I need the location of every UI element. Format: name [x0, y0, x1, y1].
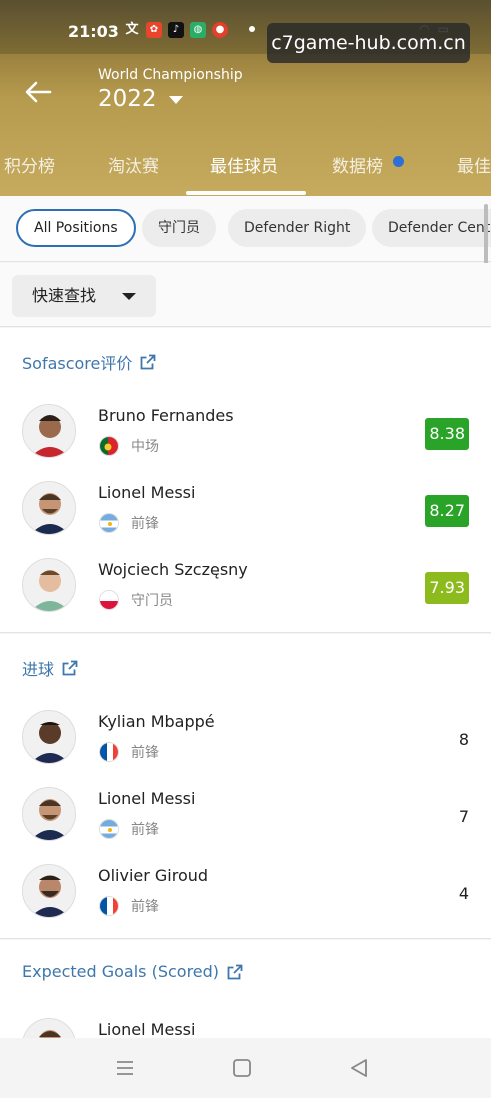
argentina-flag-icon: [99, 513, 119, 533]
goals-count: 8: [458, 730, 469, 749]
chip-defender-center[interactable]: Defender Cente: [372, 209, 491, 247]
status-dot: [249, 26, 255, 32]
player-name: Lionel Messi: [98, 1020, 196, 1038]
rating-badge: 8.38: [425, 418, 469, 450]
france-flag-icon: [99, 896, 119, 916]
chip-all-positions[interactable]: All Positions: [16, 209, 136, 247]
france-flag-icon: [99, 742, 119, 762]
player-avatar: [22, 404, 76, 458]
section-goals: 进球 Kylian Mbappé 前锋 8 Lionel Messi 前锋 7 …: [0, 634, 491, 939]
search-area: 快速查找: [0, 263, 491, 327]
external-link-icon: [62, 660, 78, 676]
section-sofascore-rating: Sofascore评价 Bruno Fernandes 中场 8.38 Lion…: [0, 328, 491, 633]
player-position: 守门员: [131, 593, 173, 609]
goals-count: 7: [458, 807, 469, 826]
season-value: 2022: [98, 86, 157, 112]
player-position: 前锋: [131, 899, 159, 915]
chevron-down-icon: [168, 96, 183, 104]
back-arrow-icon[interactable]: [24, 80, 52, 104]
section-title[interactable]: Expected Goals (Scored): [22, 962, 243, 981]
player-avatar: [22, 710, 76, 764]
notification-dot: [393, 156, 404, 167]
section-title[interactable]: Sofascore评价: [22, 350, 156, 374]
player-avatar: [22, 787, 76, 841]
menu-icon[interactable]: [114, 1058, 136, 1078]
player-position: 前锋: [131, 822, 159, 838]
tab-knockout[interactable]: 淘汰赛: [108, 152, 159, 177]
goals-count: 4: [458, 884, 469, 903]
player-name: Bruno Fernandes: [98, 406, 234, 425]
player-row[interactable]: Bruno Fernandes 中场 8.38: [0, 396, 491, 472]
player-position: 前锋: [131, 745, 159, 761]
portugal-flag-icon: [99, 436, 119, 456]
player-position: 中场: [131, 439, 159, 455]
status-app-icons: 文 ✿ ♪ ◍ ●: [124, 22, 228, 38]
quick-find-dropdown[interactable]: 快速查找: [12, 275, 156, 317]
wechat-icon: ◍: [190, 22, 206, 38]
external-link-icon: [140, 354, 156, 370]
player-name: Kylian Mbappé: [98, 712, 215, 731]
chip-defender-right[interactable]: Defender Right: [228, 209, 367, 247]
status-time: 21:03: [68, 22, 119, 41]
watermark: c7game-hub.com.cn: [267, 23, 470, 63]
tab-bar: 积分榜 淘汰赛 最佳球员 数据榜 最佳: [0, 146, 491, 196]
player-name: Lionel Messi: [98, 789, 196, 808]
player-name: Olivier Giroud: [98, 866, 209, 885]
poland-flag-icon: [99, 590, 119, 610]
player-name: Lionel Messi: [98, 483, 196, 502]
quick-find-label: 快速查找: [32, 286, 97, 305]
player-row[interactable]: Lionel Messi 前锋 7: [0, 779, 491, 855]
external-link-icon: [227, 964, 243, 979]
header: 21:03 文 ✿ ♪ ◍ ● ◠ ▭ c7game-hub.com.cn Wo…: [0, 0, 491, 196]
section-expected-goals: Expected Goals (Scored) Lionel Messi: [0, 940, 491, 1038]
back-icon[interactable]: [348, 1058, 370, 1078]
player-row[interactable]: Lionel Messi: [0, 1010, 491, 1038]
player-avatar: [22, 558, 76, 612]
chevron-down-icon: [122, 293, 136, 300]
tab-standings[interactable]: 积分榜: [4, 152, 55, 177]
reddit-icon: ●: [212, 22, 228, 38]
player-position: 前锋: [131, 516, 159, 532]
notification-icon: 文: [125, 22, 139, 37]
home-icon[interactable]: [231, 1058, 253, 1078]
chip-goalkeeper[interactable]: 守门员: [142, 209, 216, 247]
player-row[interactable]: Kylian Mbappé 前锋 8: [0, 702, 491, 778]
rating-badge: 8.27: [425, 495, 469, 527]
argentina-flag-icon: [99, 819, 119, 839]
rating-badge: 7.93: [425, 572, 469, 604]
player-row[interactable]: Wojciech Szczęsny 守门员 7.93: [0, 550, 491, 626]
active-tab-indicator: [186, 191, 306, 195]
competition-label: World Championship: [98, 67, 243, 83]
section-title-text: Sofascore评价: [22, 354, 133, 373]
player-name: Wojciech Szczęsny: [98, 560, 248, 579]
player-avatar: [22, 1018, 76, 1038]
section-title[interactable]: 进球: [22, 656, 78, 680]
player-avatar: [22, 481, 76, 535]
season-selector[interactable]: 2022: [98, 86, 183, 112]
position-filter-bar: All Positions 守门员 Defender Right Defende…: [0, 196, 491, 262]
system-nav-bar: [0, 1038, 491, 1098]
tab-top-players[interactable]: 最佳球员: [210, 152, 278, 177]
player-avatar: [22, 864, 76, 918]
player-row[interactable]: Olivier Giroud 前锋 4: [0, 856, 491, 932]
section-title-text: Expected Goals (Scored): [22, 962, 220, 981]
tiktok-icon: ♪: [168, 22, 184, 38]
tab-best[interactable]: 最佳: [457, 152, 491, 177]
section-title-text: 进球: [22, 660, 55, 679]
tab-stats[interactable]: 数据榜: [332, 152, 383, 177]
scrollbar[interactable]: [484, 204, 488, 268]
player-row[interactable]: Lionel Messi 前锋 8.27: [0, 473, 491, 549]
app-red-icon: ✿: [146, 22, 162, 38]
